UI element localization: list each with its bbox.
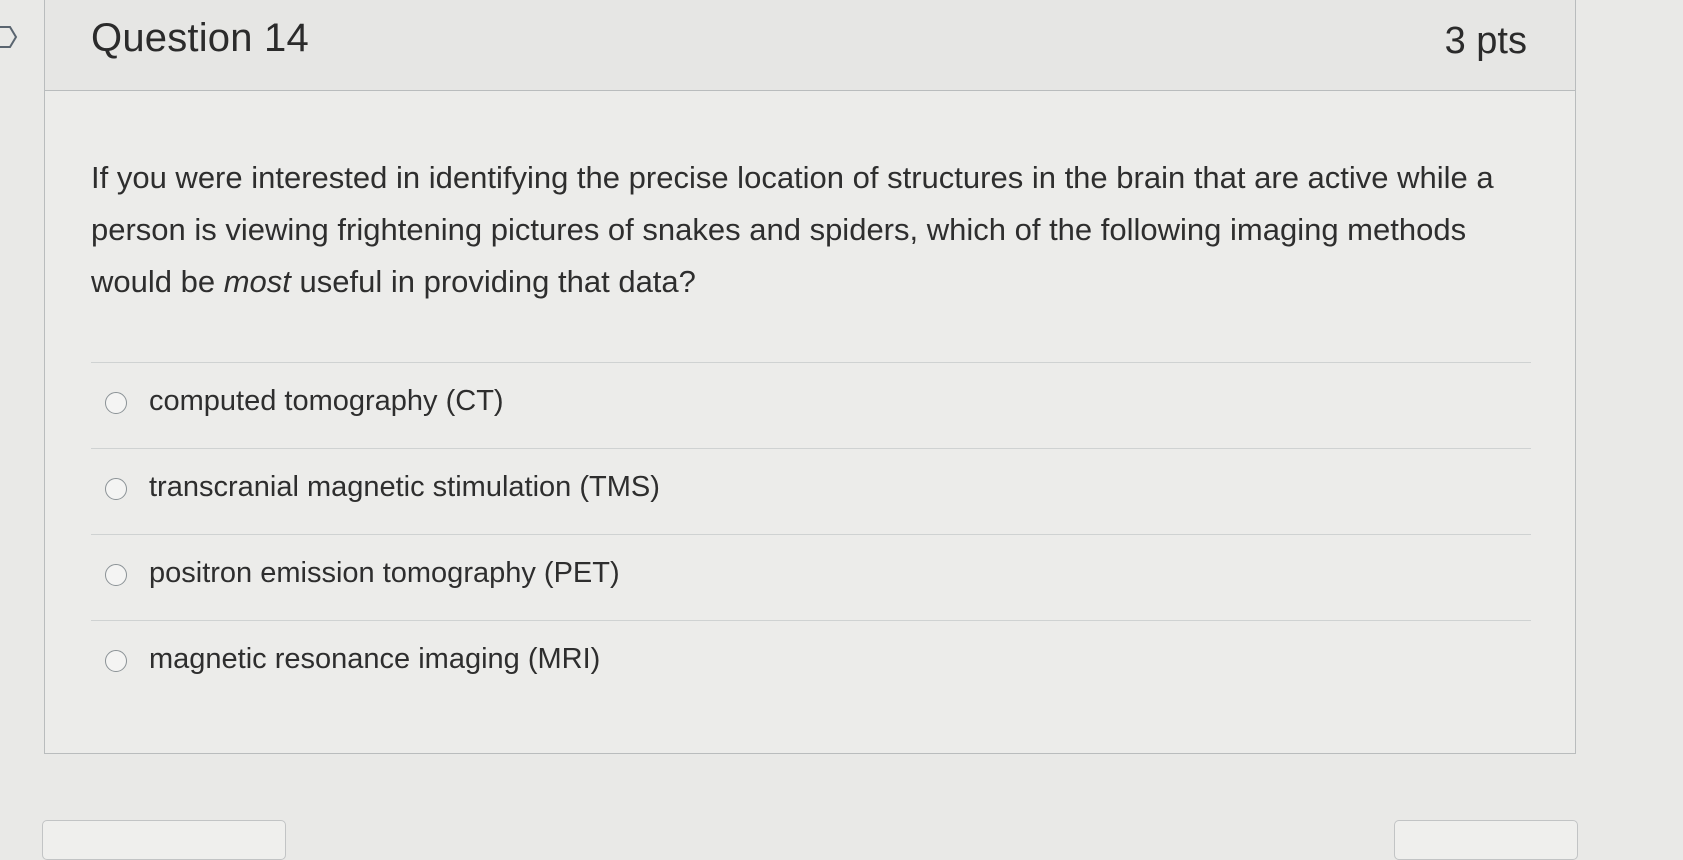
answer-option-mri[interactable]: magnetic resonance imaging (MRI) xyxy=(91,620,1531,706)
chevron-right-icon[interactable] xyxy=(0,24,20,50)
radio-button-icon[interactable] xyxy=(105,564,127,586)
previous-button[interactable] xyxy=(42,820,286,860)
answer-option-ct[interactable]: computed tomography (CT) xyxy=(91,362,1531,448)
answer-option-pet[interactable]: positron emission tomography (PET) xyxy=(91,534,1531,620)
answer-label[interactable]: positron emission tomography (PET) xyxy=(149,557,620,590)
radio-button-icon[interactable] xyxy=(105,478,127,500)
question-header: Question 14 3 pts xyxy=(45,0,1575,91)
question-text-emphasis: most xyxy=(223,264,291,299)
question-points: 3 pts xyxy=(1444,20,1527,62)
answer-option-tms[interactable]: transcranial magnetic stimulation (TMS) xyxy=(91,448,1531,534)
answer-label[interactable]: computed tomography (CT) xyxy=(149,385,504,418)
question-card: Question 14 3 pts If you were interested… xyxy=(44,0,1576,754)
next-button[interactable] xyxy=(1394,820,1578,860)
question-text: If you were interested in identifying th… xyxy=(91,152,1511,308)
answer-label[interactable]: transcranial magnetic stimulation (TMS) xyxy=(149,471,660,504)
answer-label[interactable]: magnetic resonance imaging (MRI) xyxy=(149,643,600,676)
answer-list: computed tomography (CT) transcranial ma… xyxy=(91,362,1531,706)
question-title: Question 14 xyxy=(91,16,309,60)
radio-button-icon[interactable] xyxy=(105,392,127,414)
radio-button-icon[interactable] xyxy=(105,650,127,672)
question-text-part: useful in providing that data? xyxy=(290,264,696,299)
